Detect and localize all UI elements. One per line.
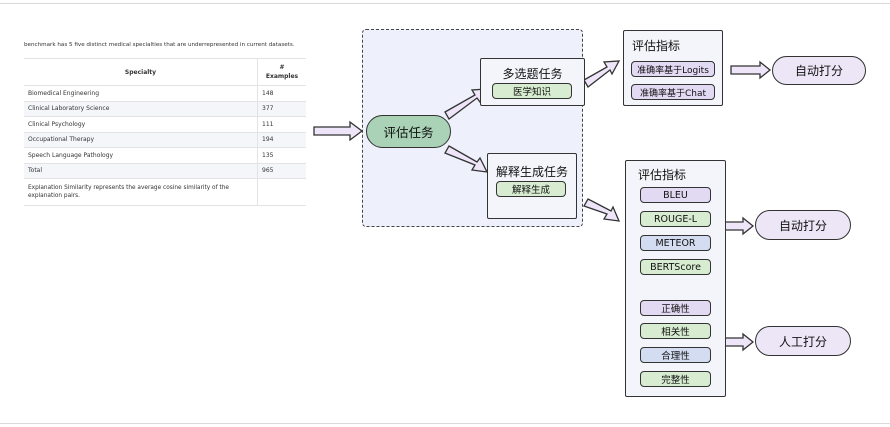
- arrow-mcq-to-metrics: [583, 60, 621, 88]
- arrow-eval-to-gen: [444, 145, 489, 173]
- mcq-sub-label: 医学知识: [492, 83, 572, 99]
- gen-task-box: 解释生成任务 解释生成: [487, 153, 577, 219]
- metric-completeness: 完整性: [640, 371, 711, 387]
- human-score: 人工打分: [755, 326, 851, 356]
- metric-meteor: METEOR: [640, 235, 711, 251]
- arrow-top-score: [730, 60, 772, 80]
- metric-rouge-l: ROUGE-L: [640, 211, 711, 227]
- arrow-gen-to-metrics: [583, 198, 621, 222]
- metric-logits: 准确率基于Logits: [631, 61, 715, 77]
- metric-rationality: 合理性: [640, 347, 711, 363]
- arrow-table-to-eval: [313, 120, 364, 142]
- gen-task-title: 解释生成任务: [495, 165, 568, 179]
- auto-score-top: 自动打分: [772, 56, 866, 85]
- eval-task-node: 评估任务: [366, 115, 451, 148]
- metric-relevance: 相关性: [640, 323, 711, 339]
- metrics-bottom-box: 评估指标 BLEU ROUGE-L METEOR BERTScore 正确性 相…: [625, 160, 726, 397]
- metrics-top-title: 评估指标: [632, 39, 681, 53]
- metric-bertscore: BERTScore: [640, 259, 711, 275]
- metric-correctness: 正确性: [640, 300, 711, 316]
- flow-arrows: [313, 60, 772, 352]
- metric-chat: 准确率基于Chat: [631, 84, 715, 100]
- mcq-task-box: 多选题任务 医学知识: [480, 58, 585, 106]
- metrics-bottom-title: 评估指标: [638, 168, 687, 182]
- auto-score-bottom: 自动打分: [755, 210, 851, 240]
- metrics-top-box: 评估指标 准确率基于Logits 准确率基于Chat: [623, 30, 723, 106]
- metric-bleu: BLEU: [640, 187, 711, 203]
- gen-sub-label: 解释生成: [496, 181, 566, 197]
- mcq-task-title: 多选题任务: [502, 67, 563, 81]
